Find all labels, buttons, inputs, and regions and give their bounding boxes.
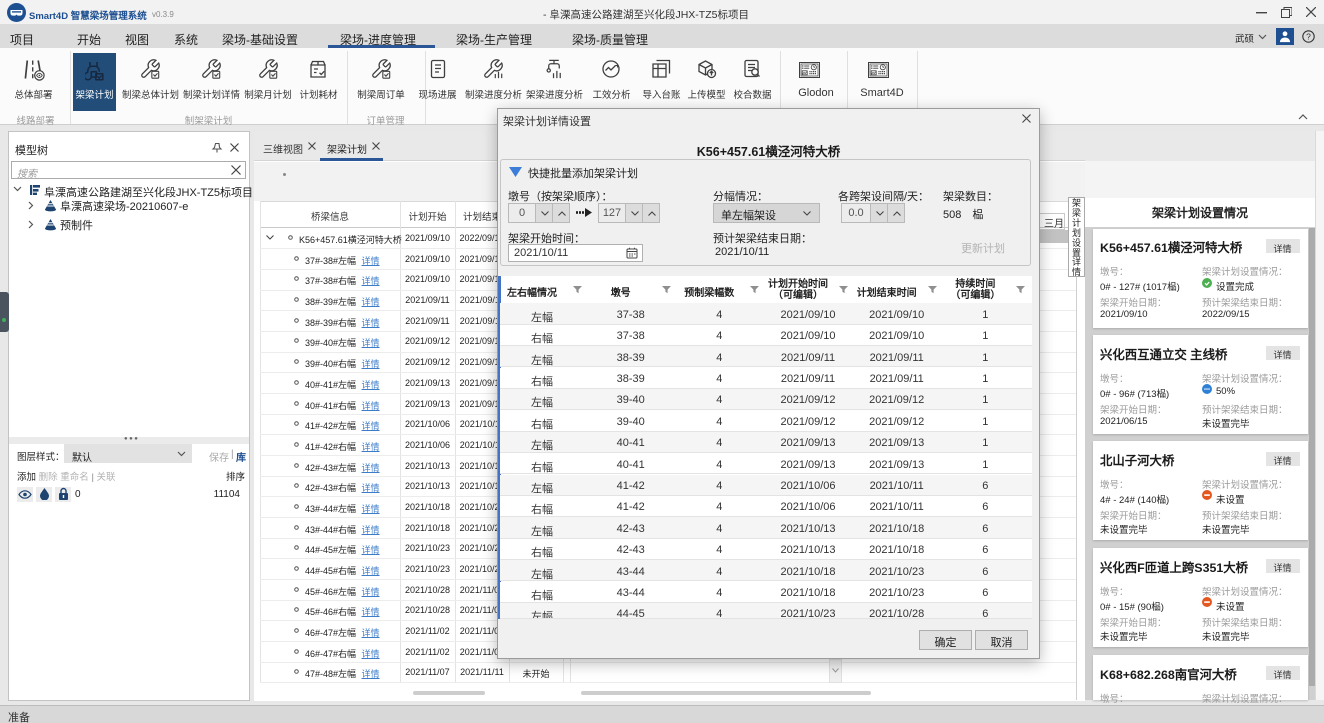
svg-text:?: ? [1306, 31, 1311, 41]
